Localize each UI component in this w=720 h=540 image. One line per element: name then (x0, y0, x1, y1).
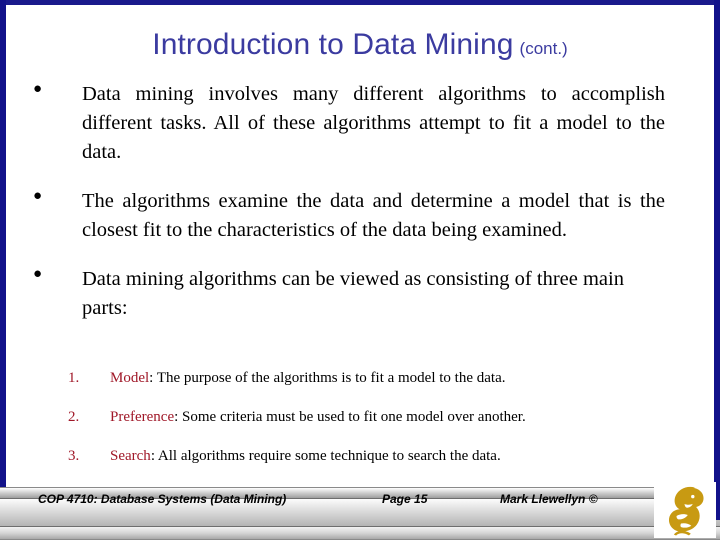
numbered-list-item: 3. Search: All algorithms require some t… (0, 448, 720, 487)
numbered-list-item: 2. Preference: Some criteria must be use… (0, 409, 720, 448)
bullet-item-text: Data mining algorithms can be viewed as … (82, 268, 624, 319)
bullet-item-text: The algorithms examine the data and dete… (82, 190, 665, 241)
footer-page-number: Page 15 (382, 492, 428, 506)
numbered-list-description: : All algorithms require some technique … (150, 448, 501, 464)
slide-border-top (0, 0, 720, 5)
numbered-list: 1. Model: The purpose of the algorithms … (0, 370, 720, 487)
numbered-list-marker: 3. (68, 448, 80, 464)
bullet-item: ● Data mining involves many different al… (0, 80, 720, 167)
numbered-list-keyword: Preference (110, 409, 175, 425)
slide-footer: COP 4710: Database Systems (Data Mining)… (0, 482, 720, 540)
numbered-list-item-text: Preference: Some criteria must be used t… (110, 409, 700, 426)
numbered-list-item-text: Search: All algorithms require some tech… (110, 448, 700, 465)
bullet-item-text: Data mining involves many different algo… (82, 83, 665, 163)
footer-author-label: Mark Llewellyn © (500, 492, 598, 506)
slide-canvas: Introduction to Data Mining (cont.) ● Dat… (0, 0, 720, 540)
ucf-pegasus-logo (654, 482, 716, 538)
numbered-list-description: : Some criteria must be used to fit one … (174, 409, 526, 425)
numbered-list-marker: 2. (68, 409, 80, 425)
footer-course-label: COP 4710: Database Systems (Data Mining) (38, 492, 287, 506)
numbered-list-keyword: Model (110, 370, 150, 386)
slide-title-main: Introduction to Data Mining (152, 28, 514, 61)
numbered-list-description: : The purpose of the algorithms is to fi… (149, 370, 506, 386)
bullet-point-icon: ● (33, 266, 43, 282)
footer-bottom-strip (0, 527, 720, 540)
bullet-item: ● Data mining algorithms can be viewed a… (0, 265, 720, 323)
slide-title-continuation: (cont.) (519, 39, 568, 58)
numbered-list-item: 1. Model: The purpose of the algorithms … (0, 370, 720, 409)
bullet-point-icon: ● (33, 81, 43, 97)
numbered-list-keyword: Search (110, 448, 151, 464)
numbered-list-marker: 1. (68, 370, 80, 386)
slide-title: Introduction to Data Mining (cont.) (0, 30, 720, 60)
numbered-list-item-text: Model: The purpose of the algorithms is … (110, 370, 700, 387)
bullet-item: ● The algorithms examine the data and de… (0, 187, 720, 245)
bullet-point-icon: ● (33, 188, 43, 204)
bullet-list: ● Data mining involves many different al… (0, 80, 720, 343)
